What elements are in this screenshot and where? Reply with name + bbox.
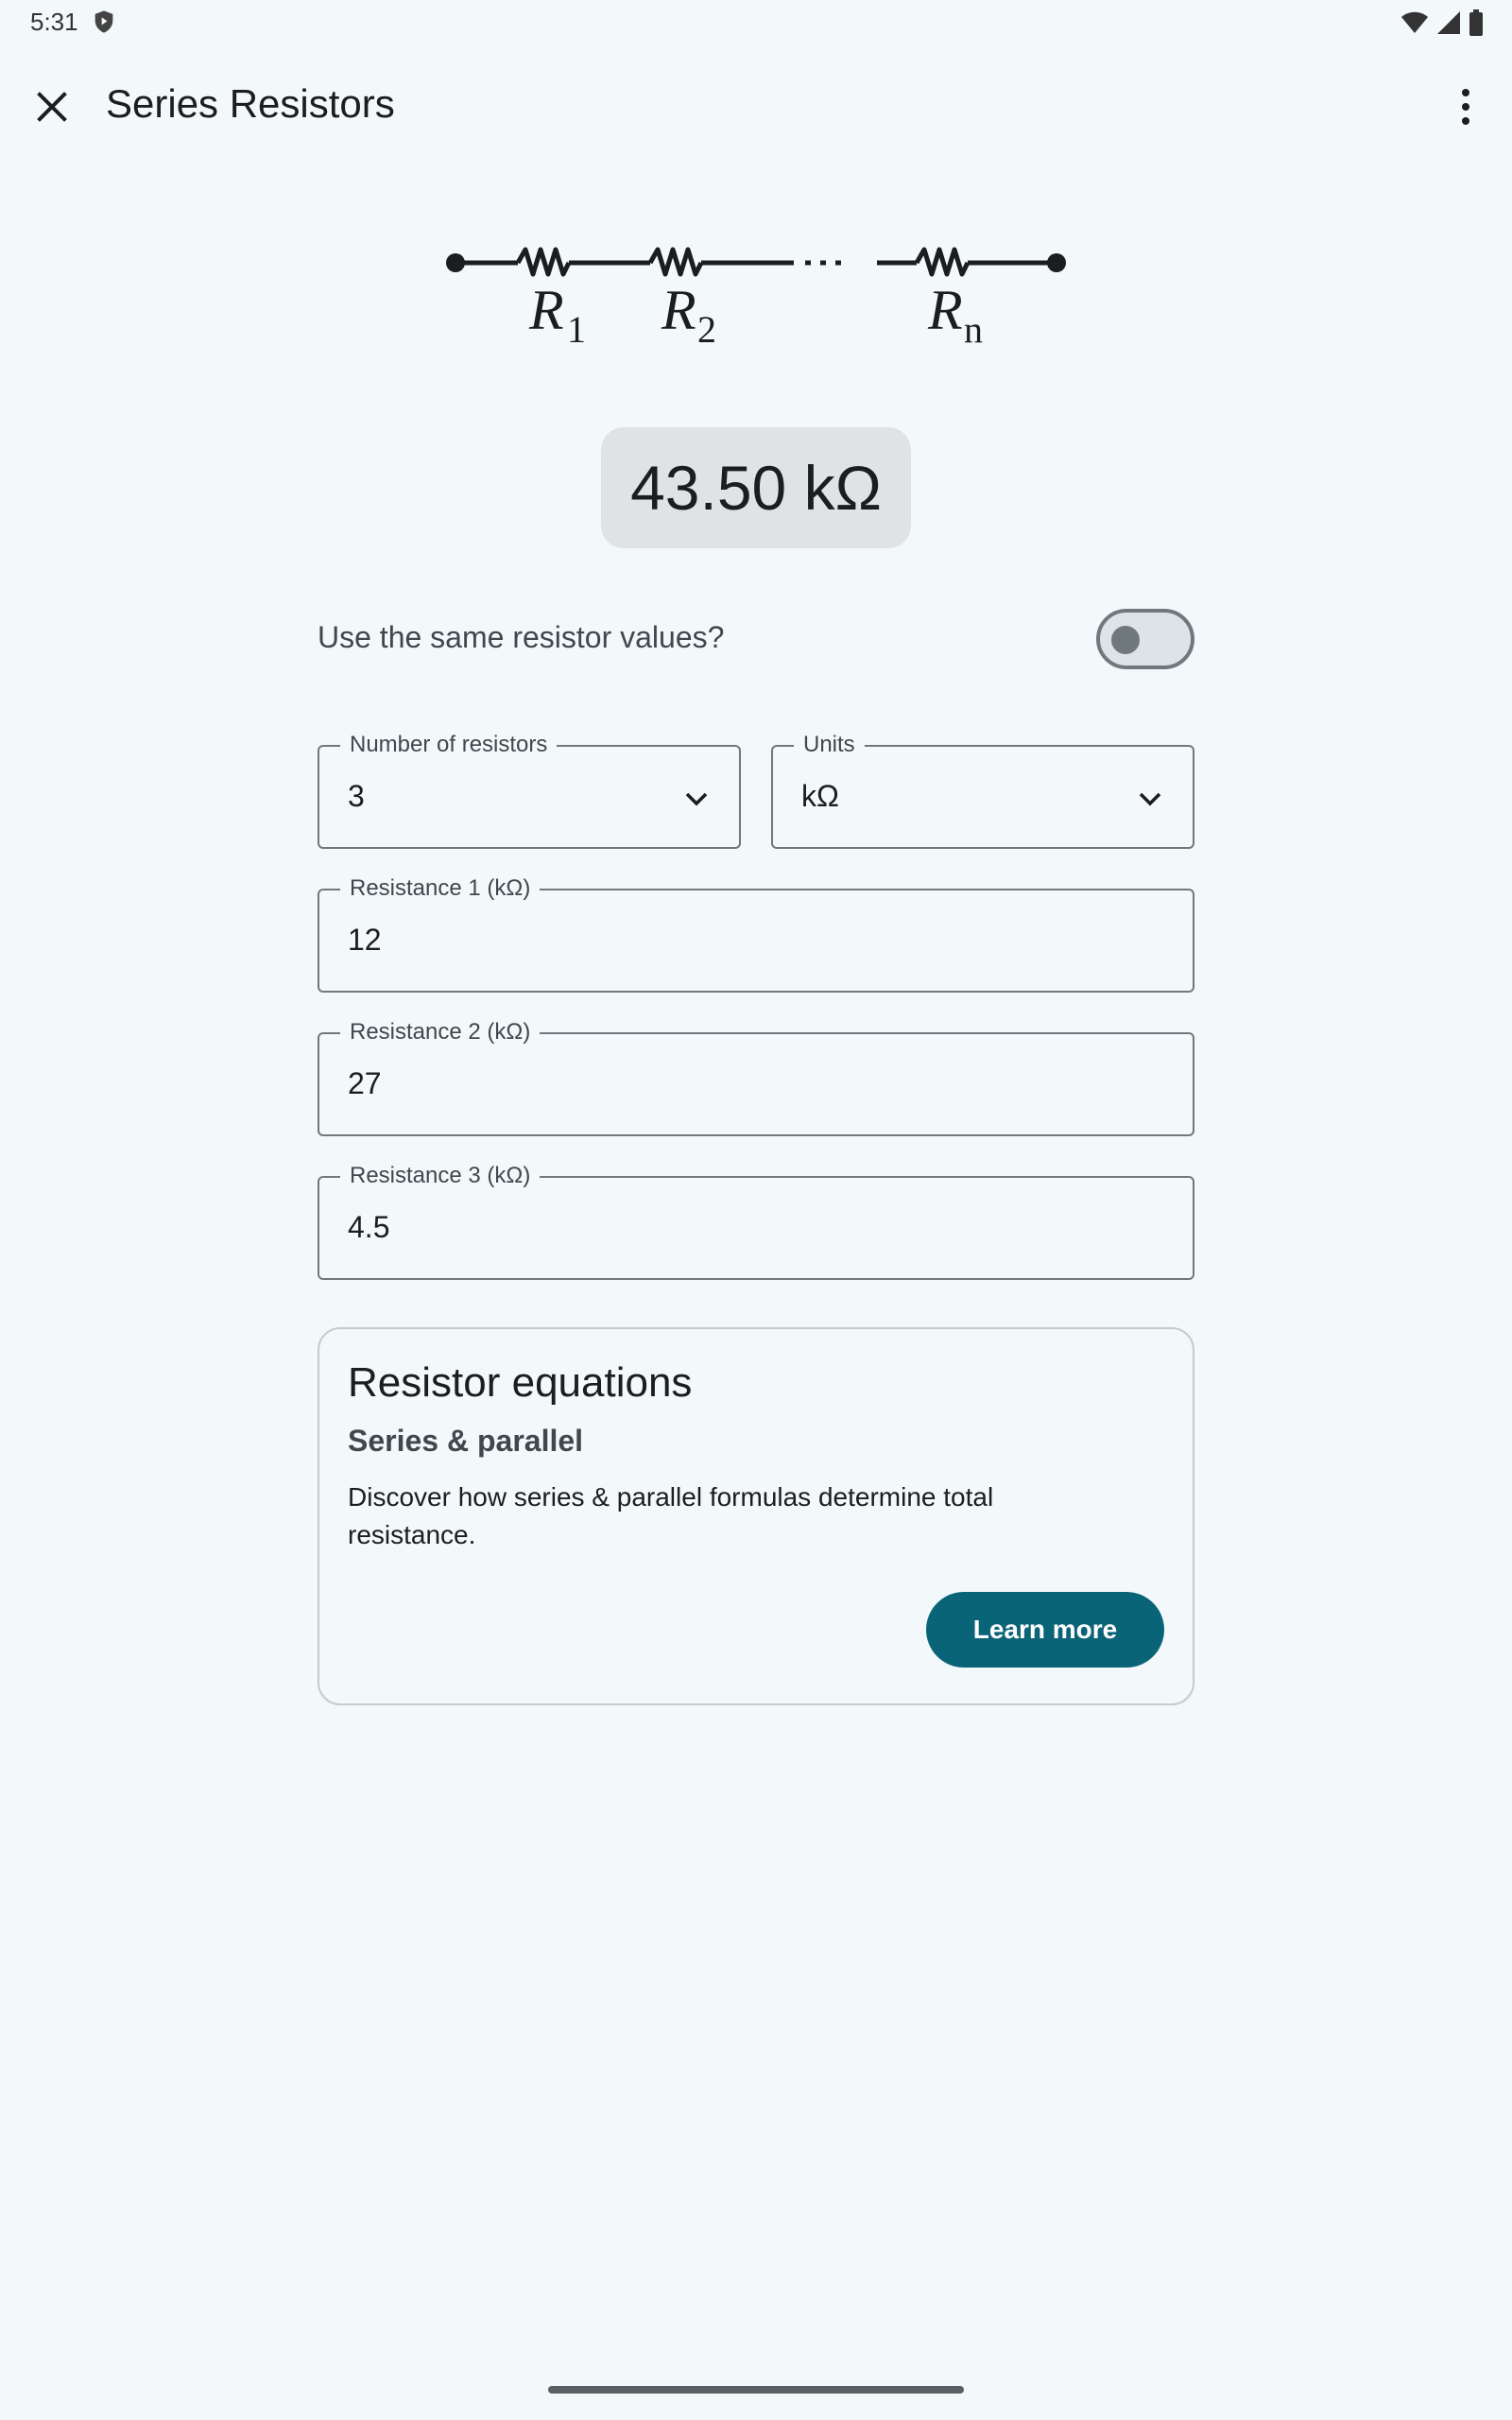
chevron-down-icon xyxy=(685,792,708,806)
same-values-switch[interactable] xyxy=(1096,609,1194,669)
units-label: Units xyxy=(794,732,865,758)
number-of-resistors-label: Number of resistors xyxy=(340,732,558,758)
resistor-subscript-1: 1 xyxy=(567,308,586,351)
more-options-button[interactable] xyxy=(1438,79,1493,134)
resistance-3-label: Resistance 3 (kΩ) xyxy=(340,1163,541,1189)
resistor-equations-card: Resistor equations Series & parallel Dis… xyxy=(318,1327,1194,1705)
wifi-icon xyxy=(1401,11,1428,33)
card-title: Resistor equations xyxy=(348,1359,693,1406)
resistor-subscript-n: n xyxy=(964,308,983,351)
resistance-2-field[interactable]: Resistance 2 (kΩ) 27 xyxy=(318,1019,1194,1136)
switch-knob xyxy=(1111,626,1140,654)
cell-signal-icon xyxy=(1437,11,1460,34)
resistance-3-field[interactable]: Resistance 3 (kΩ) 4.5 xyxy=(318,1163,1194,1280)
number-of-resistors-value: 3 xyxy=(348,779,365,813)
learn-more-button[interactable]: Learn more xyxy=(926,1592,1164,1668)
more-vert-icon xyxy=(1462,89,1469,125)
card-description: Discover how series & parallel formulas … xyxy=(348,1482,994,1549)
resistance-1-field[interactable]: Resistance 1 (kΩ) 12 xyxy=(318,875,1194,993)
status-icons xyxy=(1400,9,1484,36)
resistor-label-1: R xyxy=(528,279,564,341)
series-circuit-diagram: R 1 R 2 R n xyxy=(446,247,1066,351)
units-dropdown[interactable]: Units kΩ xyxy=(771,732,1194,849)
resistor-label-2: R xyxy=(661,279,696,341)
status-time: 5:31 xyxy=(30,8,78,36)
units-value: kΩ xyxy=(801,779,839,813)
close-icon xyxy=(37,92,67,122)
resistance-3-value: 4.5 xyxy=(348,1210,390,1244)
resistance-2-label: Resistance 2 (kΩ) xyxy=(340,1019,541,1046)
status-bar: 5:31 xyxy=(0,0,1512,45)
chevron-down-icon xyxy=(1139,792,1161,806)
battery-icon xyxy=(1469,9,1483,36)
home-indicator[interactable] xyxy=(548,2386,964,2394)
shield-icon xyxy=(94,10,113,33)
series-resistors-screen: 5:31 Series Resistors R 1 R 2 R n 43.50 … xyxy=(0,0,1512,2420)
resistance-1-label: Resistance 1 (kΩ) xyxy=(340,875,541,902)
same-values-label: Use the same resistor values? xyxy=(318,620,725,654)
resistor-subscript-2: 2 xyxy=(697,308,716,351)
close-button[interactable] xyxy=(25,79,79,134)
resistance-2-value: 27 xyxy=(348,1066,382,1100)
page-title: Series Resistors xyxy=(106,81,395,126)
number-of-resistors-dropdown[interactable]: Number of resistors 3 xyxy=(318,732,741,849)
app-bar: Series Resistors xyxy=(0,66,1512,146)
resistance-1-value: 12 xyxy=(348,923,382,957)
card-subtitle: Series & parallel xyxy=(348,1424,584,1458)
resistor-label-n: R xyxy=(927,279,963,341)
total-resistance-result: 43.50 kΩ xyxy=(601,427,911,548)
